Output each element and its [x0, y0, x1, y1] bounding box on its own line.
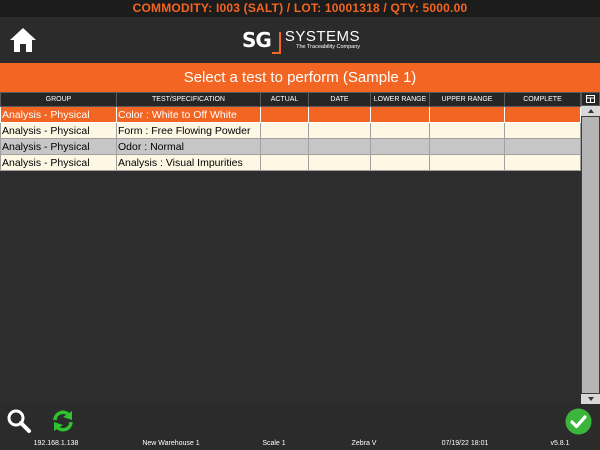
column-header-complete[interactable]: COMPLETE	[504, 92, 581, 107]
cell-upper-range[interactable]	[429, 106, 505, 123]
logo-name: SYSTEMS	[284, 28, 361, 46]
table-row[interactable]: Analysis - Physical Form : Free Flowing …	[0, 122, 581, 139]
column-settings-icon	[586, 95, 595, 103]
cell-upper-range[interactable]	[429, 122, 505, 139]
cell-complete[interactable]	[504, 106, 581, 123]
logo-sg-mark: SG	[242, 28, 272, 52]
column-header-test[interactable]: TEST/SPECIFICATION	[116, 92, 261, 107]
column-header-upper-range[interactable]: UPPER RANGE	[429, 92, 505, 107]
tests-table: GROUP TEST/SPECIFICATION ACTUAL DATE LOW…	[0, 92, 581, 171]
cell-date[interactable]	[308, 154, 371, 171]
check-icon	[565, 408, 592, 435]
cell-lower-range[interactable]	[370, 154, 430, 171]
logo-tagline: The Traceability Company	[296, 44, 361, 51]
cell-actual[interactable]	[260, 106, 309, 123]
cell-date[interactable]	[308, 106, 371, 123]
status-datetime: 07/19/22 18:01	[441, 440, 489, 447]
cell-group[interactable]: Analysis - Physical	[0, 154, 117, 171]
status-bar: 192.168.1.138 New Warehouse 1 Scale 1 Ze…	[0, 438, 600, 450]
status-warehouse: New Warehouse 1	[142, 440, 200, 447]
refresh-button[interactable]	[50, 408, 76, 434]
home-icon	[10, 28, 36, 52]
column-header-actual[interactable]: ACTUAL	[260, 92, 309, 107]
status-ip: 192.168.1.138	[33, 440, 79, 447]
logo-bracket	[271, 32, 281, 54]
tests-table-area: GROUP TEST/SPECIFICATION ACTUAL DATE LOW…	[0, 92, 600, 404]
column-header-group[interactable]: GROUP	[0, 92, 117, 107]
cell-actual[interactable]	[260, 154, 309, 171]
column-settings-button[interactable]	[581, 92, 600, 106]
cell-test[interactable]: Form : Free Flowing Powder	[116, 122, 261, 139]
cell-upper-range[interactable]	[429, 138, 505, 155]
status-printer: Zebra V	[351, 440, 377, 447]
cell-complete[interactable]	[504, 154, 581, 171]
cell-complete[interactable]	[504, 138, 581, 155]
cell-lower-range[interactable]	[370, 106, 430, 123]
refresh-icon	[53, 410, 73, 432]
cell-test[interactable]: Odor : Normal	[116, 138, 261, 155]
cell-test[interactable]: Color : White to Off White	[116, 106, 261, 123]
scroll-thumb[interactable]	[582, 117, 599, 393]
table-header-row: GROUP TEST/SPECIFICATION ACTUAL DATE LOW…	[0, 92, 581, 107]
cell-lower-range[interactable]	[370, 122, 430, 139]
arrow-up-icon	[587, 109, 594, 113]
app-window: COMMODITY: I003 (SALT) / LOT: 10001318 /…	[0, 0, 600, 450]
search-icon	[7, 409, 31, 433]
arrow-down-icon	[587, 397, 594, 401]
column-header-lower-range[interactable]: LOWER RANGE	[370, 92, 430, 107]
scroll-down-button[interactable]	[581, 394, 600, 404]
scroll-up-button[interactable]	[581, 106, 600, 116]
column-header-date[interactable]: DATE	[308, 92, 371, 107]
cell-lower-range[interactable]	[370, 138, 430, 155]
vertical-scrollbar[interactable]	[581, 106, 600, 404]
confirm-button[interactable]	[565, 408, 592, 435]
status-version: v5.8.1	[550, 440, 570, 447]
cell-actual[interactable]	[260, 122, 309, 139]
table-row[interactable]: Analysis - Physical Color : White to Off…	[0, 106, 581, 123]
status-scale: Scale 1	[262, 440, 286, 447]
home-button[interactable]	[8, 25, 38, 55]
cell-date[interactable]	[308, 138, 371, 155]
cell-group[interactable]: Analysis - Physical	[0, 122, 117, 139]
cell-complete[interactable]	[504, 122, 581, 139]
cell-upper-range[interactable]	[429, 154, 505, 171]
commodity-info-bar: COMMODITY: I003 (SALT) / LOT: 10001318 /…	[0, 0, 600, 17]
cell-group[interactable]: Analysis - Physical	[0, 138, 117, 155]
header: SG SYSTEMS The Traceability Company	[0, 17, 600, 63]
cell-group[interactable]: Analysis - Physical	[0, 106, 117, 123]
page-title: Select a test to perform (Sample 1)	[0, 63, 600, 92]
cell-date[interactable]	[308, 122, 371, 139]
search-button[interactable]	[6, 408, 32, 434]
table-row[interactable]: Analysis - Physical Analysis : Visual Im…	[0, 154, 581, 171]
cell-test[interactable]: Analysis : Visual Impurities	[116, 154, 261, 171]
company-logo: SG SYSTEMS The Traceability Company	[242, 26, 360, 54]
table-row[interactable]: Analysis - Physical Odor : Normal	[0, 138, 581, 155]
bottom-toolbar	[0, 404, 600, 438]
cell-actual[interactable]	[260, 138, 309, 155]
